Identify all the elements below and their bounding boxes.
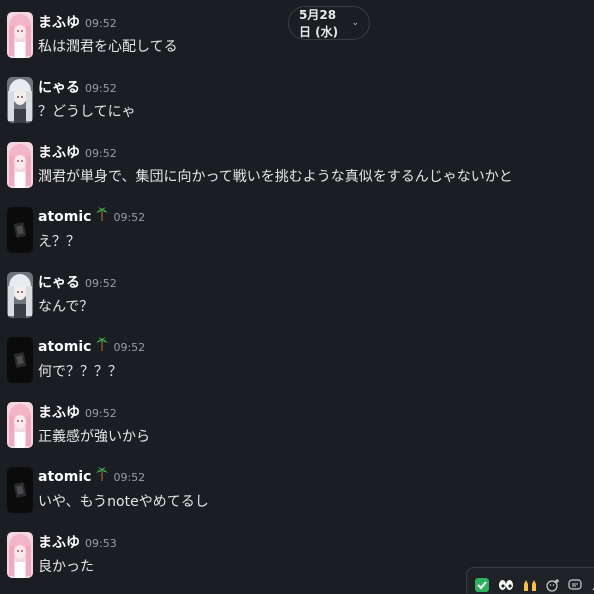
timestamp[interactable]: 09:52 bbox=[113, 471, 145, 484]
timestamp[interactable]: 09:52 bbox=[113, 341, 145, 354]
pink-anime-avatar-icon bbox=[7, 532, 33, 578]
avatar[interactable] bbox=[7, 467, 33, 513]
timestamp[interactable]: 09:53 bbox=[85, 537, 117, 550]
message-text: ？どうしてにゃ bbox=[38, 104, 136, 120]
white-hair-anime-avatar-icon bbox=[7, 272, 33, 318]
message-row[interactable]: まふゆ 09:52 正義感が強いから bbox=[0, 390, 594, 455]
more-actions-icon[interactable] bbox=[591, 577, 594, 593]
add-reaction-icon[interactable] bbox=[546, 577, 561, 593]
channel-message-pane: 5月28日 (水) ⌄ まふゆ 09:52 私は潤君を心配してる にゃる 09:… bbox=[0, 0, 594, 594]
timestamp[interactable]: 09:52 bbox=[85, 82, 117, 95]
pink-anime-avatar-icon bbox=[7, 12, 33, 58]
avatar[interactable] bbox=[7, 337, 33, 383]
pink-anime-avatar-icon bbox=[7, 142, 33, 188]
message-row[interactable]: atomic 09:52 何で？？？？ bbox=[0, 325, 594, 390]
message-actions-toolbar bbox=[466, 567, 594, 594]
message-text: いや、もうnoteやめてるし bbox=[38, 494, 209, 510]
pink-anime-avatar-icon bbox=[7, 402, 33, 448]
timestamp[interactable]: 09:52 bbox=[85, 17, 117, 30]
author-name[interactable]: まふゆ bbox=[38, 402, 80, 422]
author-name[interactable]: まふゆ bbox=[38, 142, 80, 162]
avatar[interactable] bbox=[7, 532, 33, 578]
message-text: 私は潤君を心配してる bbox=[38, 39, 178, 55]
avatar[interactable] bbox=[7, 272, 33, 318]
dark-avatar-icon bbox=[7, 467, 33, 513]
avatar[interactable] bbox=[7, 142, 33, 188]
timestamp[interactable]: 09:52 bbox=[85, 147, 117, 160]
avatar[interactable] bbox=[7, 207, 33, 253]
message-row[interactable]: まふゆ 09:52 潤君が単身で、集団に向かって戦いを挑むような真似をするんじゃ… bbox=[0, 130, 594, 195]
author-name[interactable]: にゃる bbox=[38, 77, 80, 97]
message-text: 潤君が単身で、集団に向かって戦いを挑むような真似をするんじゃないかと bbox=[38, 169, 513, 185]
palm-tree-icon bbox=[96, 337, 109, 351]
avatar[interactable] bbox=[7, 12, 33, 58]
author-name[interactable]: atomic bbox=[38, 339, 91, 355]
timestamp[interactable]: 09:52 bbox=[113, 211, 145, 224]
message-text: え？？ bbox=[38, 234, 80, 250]
timestamp[interactable]: 09:52 bbox=[85, 407, 117, 420]
author-name[interactable]: まふゆ bbox=[38, 532, 80, 552]
message-row[interactable]: atomic 09:52 いや、もうnoteやめてるし bbox=[0, 455, 594, 520]
message-text: 何で？？？？ bbox=[38, 364, 122, 380]
message-row[interactable]: atomic 09:52 え？？ bbox=[0, 195, 594, 260]
palm-tree-icon bbox=[96, 467, 109, 481]
dark-avatar-icon bbox=[7, 207, 33, 253]
check-mark-reaction-icon[interactable] bbox=[475, 577, 490, 593]
author-name[interactable]: atomic bbox=[38, 209, 91, 225]
message-text: 良かった bbox=[38, 559, 94, 575]
raised-hands-reaction-icon[interactable] bbox=[522, 577, 538, 593]
author-name[interactable]: まふゆ bbox=[38, 12, 80, 32]
message-row[interactable]: にゃる 09:52 ？どうしてにゃ bbox=[0, 65, 594, 130]
reply-in-thread-icon[interactable] bbox=[568, 577, 583, 593]
message-text: 正義感が強いから bbox=[38, 429, 150, 445]
white-hair-anime-avatar-icon bbox=[7, 77, 33, 123]
palm-tree-icon bbox=[96, 207, 109, 221]
eyes-reaction-icon[interactable] bbox=[498, 577, 514, 593]
author-name[interactable]: atomic bbox=[38, 469, 91, 485]
author-name[interactable]: にゃる bbox=[38, 272, 80, 292]
dark-avatar-icon bbox=[7, 337, 33, 383]
message-row[interactable]: まふゆ 09:52 私は潤君を心配してる bbox=[0, 0, 594, 65]
avatar[interactable] bbox=[7, 77, 33, 123]
message-row[interactable]: にゃる 09:52 なんで？ bbox=[0, 260, 594, 325]
avatar[interactable] bbox=[7, 402, 33, 448]
timestamp[interactable]: 09:52 bbox=[85, 277, 117, 290]
message-text: なんで？ bbox=[38, 299, 94, 315]
